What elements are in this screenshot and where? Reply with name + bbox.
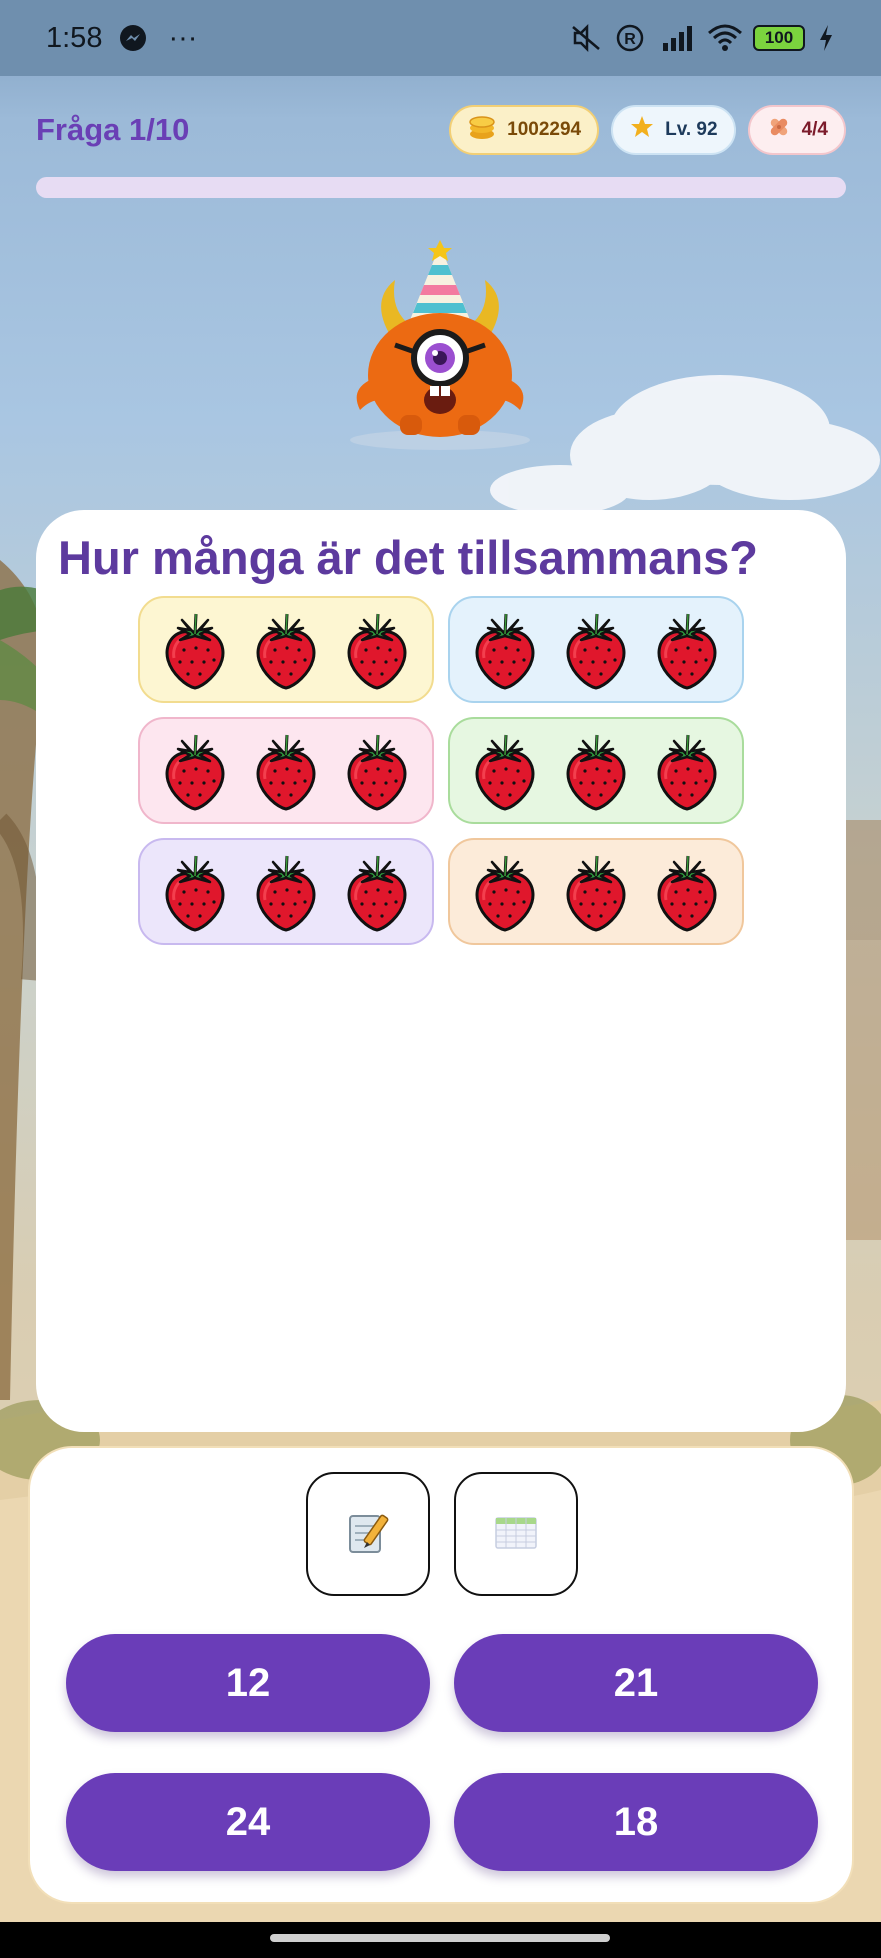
answer-option-3[interactable]: 24 <box>66 1773 430 1871</box>
lives-value: 4/4 <box>801 119 828 140</box>
strawberry-icon <box>650 610 724 690</box>
strawberry-icon <box>650 852 724 932</box>
strawberry-group-5 <box>138 838 434 945</box>
times-table-button[interactable] <box>454 1472 578 1596</box>
answer-option-2[interactable]: 21 <box>454 1634 818 1732</box>
registered-icon: R <box>615 23 649 53</box>
strawberry-group-3 <box>138 717 434 824</box>
coins-badge[interactable]: 1002294 <box>449 105 600 155</box>
mute-icon <box>569 23 603 53</box>
strawberry-icon <box>559 610 633 690</box>
quiz-progress-bar <box>36 177 846 198</box>
question-card: Hur många är det tillsammans? <box>36 510 846 1432</box>
messenger-icon <box>118 23 152 53</box>
strawberry-icon <box>158 852 232 932</box>
strawberry-group-1 <box>138 596 434 703</box>
strawberry-icon <box>340 731 414 811</box>
strawberry-icon <box>650 731 724 811</box>
stats-pills: 1002294 Lv. 92 4/4 <box>449 105 846 155</box>
coins-value: 1002294 <box>507 119 582 140</box>
notepad-pencil-icon <box>344 1508 392 1561</box>
answer-panel: 12 21 24 18 <box>28 1446 854 1904</box>
answer-option-1[interactable]: 12 <box>66 1634 430 1732</box>
status-bar: 1:58 ··· R 100 <box>0 0 881 76</box>
strawberry-icon <box>340 852 414 932</box>
strawberry-icon <box>468 731 542 811</box>
answer-option-4[interactable]: 18 <box>454 1773 818 1871</box>
quiz-header: Fråga 1/10 1002294 Lv. 92 4/4 <box>36 104 846 156</box>
strawberry-groups <box>138 596 746 945</box>
strawberry-group-2 <box>448 596 744 703</box>
wifi-icon <box>707 23 742 53</box>
battery-indicator: 100 <box>753 25 805 51</box>
coins-icon <box>467 112 497 148</box>
charging-icon <box>817 23 835 53</box>
lives-badge[interactable]: 4/4 <box>747 105 846 155</box>
signal-icon <box>661 23 695 53</box>
strawberry-icon <box>158 610 232 690</box>
strawberry-group-4 <box>448 717 744 824</box>
monster-mascot <box>350 240 530 450</box>
strawberry-icon <box>559 731 633 811</box>
question-counter: Fråga 1/10 <box>36 112 190 147</box>
strawberry-icon <box>468 852 542 932</box>
strawberry-icon <box>249 610 323 690</box>
times-table-icon <box>492 1508 540 1561</box>
scratchpad-button[interactable] <box>306 1472 430 1596</box>
strawberry-group-6 <box>448 838 744 945</box>
strawberry-icon <box>249 852 323 932</box>
svg-text:R: R <box>624 31 636 48</box>
question-text: Hur många är det tillsammans? <box>58 531 758 584</box>
level-badge[interactable]: Lv. 92 <box>611 105 736 155</box>
strawberry-icon <box>340 610 414 690</box>
bandage-icon <box>766 114 792 146</box>
system-navigation-bar <box>0 1922 881 1958</box>
more-notifications: ··· <box>168 21 198 54</box>
strawberry-icon <box>158 731 232 811</box>
strawberry-icon <box>559 852 633 932</box>
home-gesture-handle[interactable] <box>270 1934 610 1942</box>
clock: 1:58 <box>46 21 103 54</box>
level-value: Lv. 92 <box>665 119 718 140</box>
strawberry-icon <box>468 610 542 690</box>
strawberry-icon <box>249 731 323 811</box>
star-icon <box>629 114 655 146</box>
